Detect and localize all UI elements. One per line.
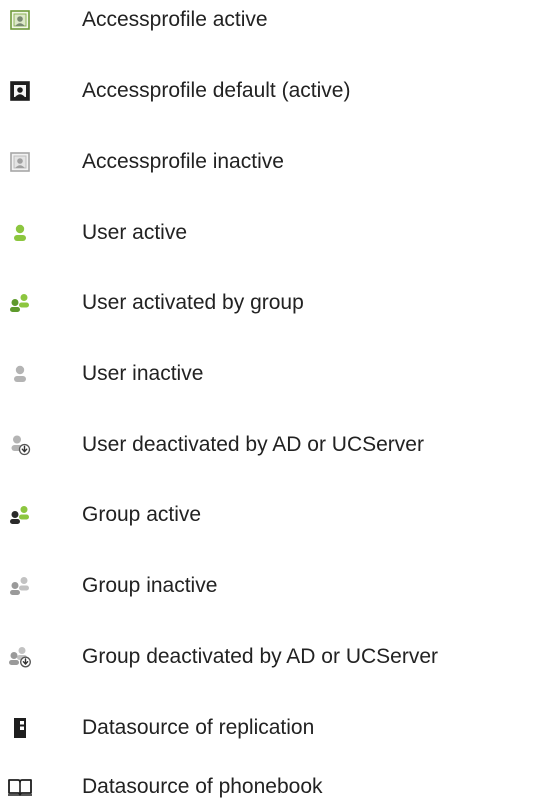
- legend-label: Datasource of replication: [82, 716, 315, 739]
- user-inactive-icon: [6, 360, 34, 388]
- legend-item-accessprofile-inactive: Accessprofile inactive: [0, 142, 536, 182]
- group-inactive-icon: [6, 572, 34, 600]
- group-deactivated-icon: [6, 643, 34, 671]
- legend-item-accessprofile-active: Accessprofile active: [0, 0, 536, 40]
- legend-item-group-inactive: Group inactive: [0, 566, 536, 606]
- icon-legend: Accessprofile active Accessprofile defau…: [0, 0, 536, 805]
- legend-item-user-inactive: User inactive: [0, 354, 536, 394]
- legend-label: User deactivated by AD or UCServer: [82, 433, 424, 456]
- legend-label: User activated by group: [82, 291, 304, 314]
- legend-label: User inactive: [82, 362, 204, 385]
- accessprofile-active-icon: [6, 6, 34, 34]
- legend-item-user-activated-by-group: User activated by group: [0, 283, 536, 323]
- legend-item-datasource-replication: Datasource of replication: [0, 708, 536, 748]
- legend-label: User active: [82, 221, 188, 244]
- legend-item-accessprofile-default: Accessprofile default (active): [0, 71, 536, 111]
- legend-item-user-active: User active: [0, 213, 536, 253]
- legend-label: Group deactivated by AD or UCServer: [82, 645, 438, 668]
- legend-item-group-active: Group active: [0, 495, 536, 535]
- datasource-replication-icon: [6, 714, 34, 742]
- user-activated-by-group-icon: [6, 289, 34, 317]
- datasource-phonebook-icon: [6, 773, 34, 801]
- legend-label: Accessprofile active: [82, 8, 268, 31]
- legend-label: Group active: [82, 503, 202, 526]
- group-active-icon: [6, 501, 34, 529]
- legend-label: Group inactive: [82, 574, 218, 597]
- accessprofile-default-icon: [6, 77, 34, 105]
- user-deactivated-icon: [6, 431, 34, 459]
- legend-label: Accessprofile inactive: [82, 150, 284, 173]
- legend-item-datasource-phonebook: Datasource of phonebook: [0, 767, 536, 807]
- legend-item-group-deactivated: Group deactivated by AD or UCServer: [0, 637, 536, 677]
- legend-item-user-deactivated: User deactivated by AD or UCServer: [0, 425, 536, 465]
- accessprofile-inactive-icon: [6, 148, 34, 176]
- user-active-icon: [6, 219, 34, 247]
- legend-label: Accessprofile default (active): [82, 79, 351, 102]
- legend-label: Datasource of phonebook: [82, 775, 323, 798]
